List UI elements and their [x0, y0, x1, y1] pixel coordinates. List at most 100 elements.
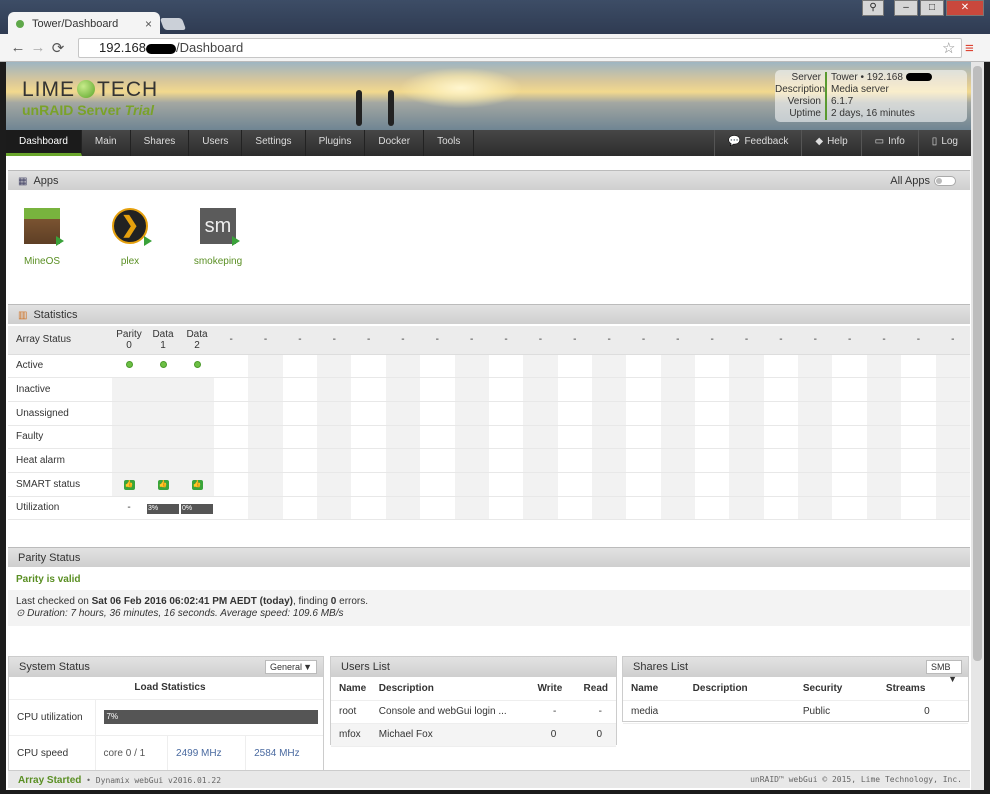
empty-cell — [420, 472, 455, 497]
empty-cell — [866, 401, 902, 426]
scrollbar-thumb[interactable] — [973, 66, 982, 661]
empty-cell — [763, 496, 799, 521]
app-label: MineOS — [23, 256, 61, 267]
info-key: Description — [775, 84, 827, 96]
empty-cell — [901, 354, 936, 379]
users-cell: - — [570, 700, 616, 724]
browser-tab[interactable]: Tower/Dashboard × — [8, 12, 160, 36]
apps-section-header: ▦ Apps All Apps — [8, 170, 970, 190]
nav-plugins[interactable]: Plugins — [306, 130, 366, 156]
dropdown-caret-icon: ▼ — [303, 662, 312, 672]
empty-cell — [248, 448, 283, 473]
info-icon: ▭ — [874, 136, 885, 147]
nav-docker[interactable]: Docker — [365, 130, 425, 156]
profile-icon[interactable]: ⚲ — [862, 0, 884, 16]
toggle-switch[interactable] — [934, 176, 956, 187]
array-status-row: Unassigned — [8, 401, 970, 426]
empty-cell — [557, 425, 592, 450]
footer: Array Started • Dynamix webGui v2016.01.… — [8, 770, 970, 788]
clock-icon: ⊙ — [16, 608, 25, 619]
empty-cell — [935, 425, 970, 450]
empty-column-header: - — [351, 326, 386, 355]
shares-list-title: Shares List — [633, 661, 689, 673]
empty-cell — [488, 496, 524, 521]
empty-cell — [420, 401, 455, 426]
empty-cell — [420, 354, 455, 379]
lime-ball-icon — [77, 80, 96, 98]
empty-cell — [798, 448, 833, 473]
empty-cell — [591, 354, 627, 379]
nav-tools[interactable]: Tools — [424, 130, 475, 156]
empty-cell — [660, 425, 696, 450]
limetech-logo[interactable]: LIME TECH — [22, 78, 158, 102]
empty-cell — [523, 401, 558, 426]
empty-cell — [282, 448, 318, 473]
bookmark-star-icon[interactable]: ☆ — [942, 39, 955, 57]
utilization-value: - — [127, 502, 131, 514]
nav-shares[interactable]: Shares — [131, 130, 190, 156]
disk-cell — [146, 354, 180, 379]
nav-dashboard[interactable]: Dashboard — [6, 130, 82, 156]
empty-cell — [282, 425, 318, 450]
browser-menu-icon[interactable]: ≡ — [965, 40, 974, 57]
table-row[interactable]: root Console and webGui login ... - - — [331, 700, 616, 724]
row-label: SMART status — [8, 472, 112, 497]
array-status-header: Array Status — [8, 326, 112, 355]
nav-log[interactable]: ▯ Log — [917, 130, 971, 156]
close-window-button[interactable]: ✕ — [946, 0, 984, 16]
empty-cell — [832, 472, 867, 497]
reload-icon[interactable]: ⟳ — [48, 39, 68, 57]
empty-cell — [763, 448, 799, 473]
app-mineos[interactable]: MineOS — [12, 208, 72, 267]
empty-cell — [282, 496, 318, 521]
app-smokeping[interactable]: sm smokeping — [188, 208, 248, 267]
nav-feedback[interactable]: 💬 Feedback — [714, 130, 801, 156]
empty-cell — [866, 425, 902, 450]
table-row[interactable]: media Public 0 — [623, 700, 968, 724]
url-input[interactable]: 192.168/Dashboard — [78, 38, 962, 58]
disk-cell — [180, 354, 214, 379]
users-cell: Console and webGui login ... — [370, 700, 525, 724]
tab-close-icon[interactable]: × — [145, 17, 152, 31]
empty-cell — [695, 401, 730, 426]
row-label: Heat alarm — [8, 448, 112, 473]
empty-cell — [660, 448, 696, 473]
empty-cell — [317, 496, 352, 521]
smokeping-icon: sm — [200, 208, 236, 244]
app-plex[interactable]: ❯ plex — [100, 208, 160, 267]
shares-protocol-select[interactable]: SMB ▼ — [926, 660, 962, 684]
empty-cell — [729, 354, 764, 379]
empty-cell — [454, 377, 489, 402]
empty-cell — [798, 425, 833, 450]
favicon-icon — [16, 20, 24, 28]
nav-info[interactable]: ▭ Info — [860, 130, 918, 156]
empty-cell — [935, 354, 970, 379]
empty-cell — [626, 496, 661, 521]
scrollbar[interactable] — [971, 62, 984, 790]
users-col-header: Write — [524, 677, 571, 701]
disk-cell: 👍 — [146, 472, 180, 497]
array-status-row: Inactive — [8, 377, 970, 402]
new-tab-button[interactable] — [159, 18, 187, 30]
minimize-button[interactable]: – — [894, 0, 918, 16]
back-arrow-icon[interactable]: ← — [8, 39, 28, 56]
nav-settings[interactable]: Settings — [242, 130, 306, 156]
server-info-row: Uptime 2 days, 16 minutes — [775, 108, 967, 120]
empty-cell — [282, 354, 318, 379]
nav-main[interactable]: Main — [82, 130, 131, 156]
table-row[interactable]: mfox Michael Fox 0 0 — [331, 723, 616, 747]
empty-cell — [798, 354, 833, 379]
empty-cell — [763, 401, 799, 426]
empty-cell — [454, 354, 489, 379]
nav-users[interactable]: Users — [189, 130, 243, 156]
maximize-button[interactable]: □ — [920, 0, 944, 16]
empty-cell — [591, 401, 627, 426]
chart-icon: ▥ — [18, 310, 28, 321]
all-apps-toggle[interactable]: All Apps — [890, 171, 956, 191]
empty-cell — [317, 377, 352, 402]
main-nav: Dashboard Main Shares Users Settings Plu… — [6, 130, 971, 156]
nav-help[interactable]: ◆ Help — [801, 130, 860, 156]
empty-cell — [385, 425, 421, 450]
system-status-select[interactable]: General ▼ — [265, 660, 317, 674]
forward-arrow-icon[interactable]: → — [28, 39, 48, 56]
